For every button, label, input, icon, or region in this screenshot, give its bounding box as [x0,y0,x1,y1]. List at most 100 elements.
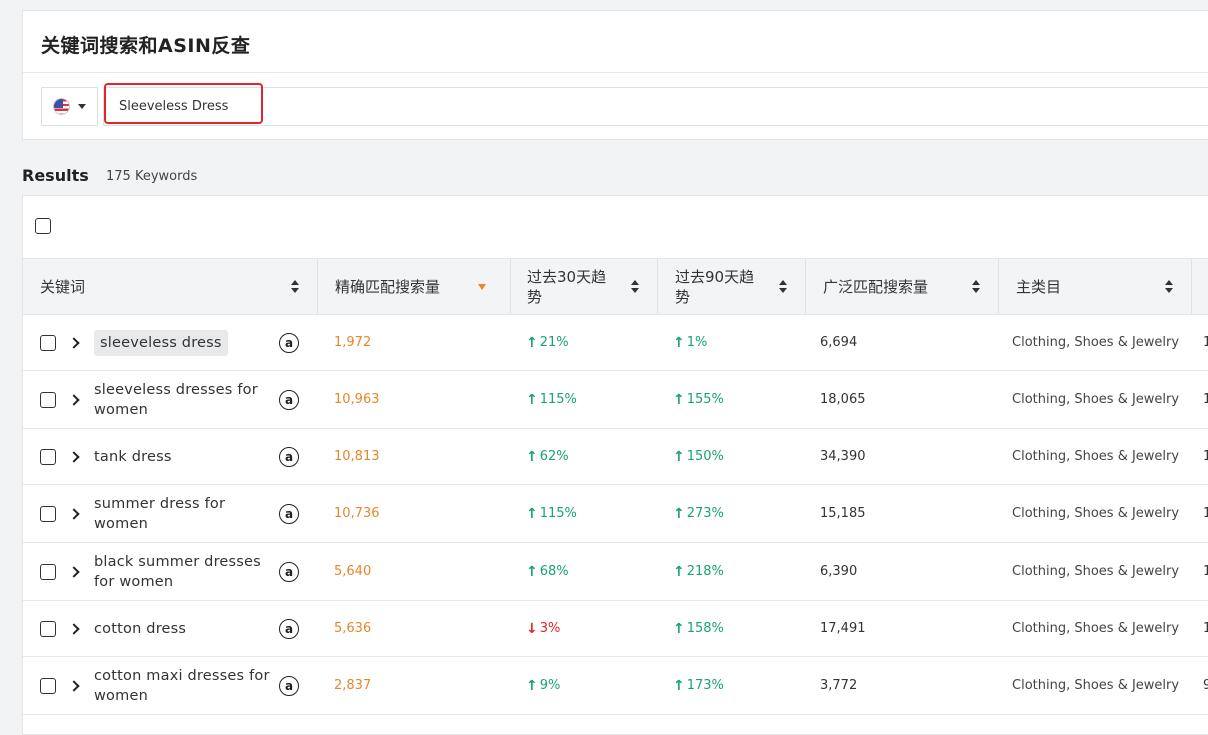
chevron-right-icon[interactable] [68,393,80,406]
column-label: 关键词 [40,277,86,296]
exact-volume: 10,736 [334,506,380,521]
table-row[interactable]: cotton dress a 5,636 ↓ 3% ↑ 158% 17,491 Cl… [23,601,1208,657]
arrow-up-icon: ↑ [526,505,538,522]
search-input[interactable] [103,87,1208,126]
table-row[interactable]: summer dress for women a 10,736 ↑ 115% ↑ 2… [23,485,1208,543]
country-select[interactable] [41,87,98,126]
column-header-broad-volume[interactable]: 广泛匹配搜索量 [806,259,999,314]
row-checkbox[interactable] [40,448,56,465]
truncated-value: 1 [1203,335,1208,350]
trend-90: ↑ 1% [673,334,708,351]
exact-volume: 10,813 [334,449,380,464]
results-table: 关键词 精确匹配搜索量 过去30天趋势 过去90天趋势 广泛匹配搜索量 主类目 [22,195,1208,735]
row-checkbox[interactable] [40,505,56,522]
chevron-right-icon[interactable] [68,450,80,463]
table-row[interactable]: black summer dresses for women a 5,640 ↑… [23,543,1208,601]
sort-icon[interactable] [779,280,787,294]
table-row[interactable]: sleeveless dress a 1,972 ↑ 21% ↑ 1% 6,694 … [23,315,1208,371]
exact-volume: 2,837 [334,678,372,693]
column-label: 过去30天趋势 [527,267,607,306]
truncated-value: 1 [1203,449,1208,464]
truncated-value: 1 [1203,564,1208,579]
trend-90: ↑ 150% [673,448,724,465]
category: Clothing, Shoes & Jewelry [1012,677,1180,693]
sort-icon[interactable] [291,280,299,294]
chevron-right-icon[interactable] [68,336,80,349]
divider [23,72,1208,73]
keyword[interactable]: black summer dresses for women [94,552,274,592]
column-header-trend-30[interactable]: 过去30天趋势 [511,259,658,314]
amazon-icon[interactable]: a [279,561,299,582]
trend-90: ↑ 158% [673,620,724,637]
sort-icon[interactable] [1165,280,1173,294]
category: Clothing, Shoes & Jewelry [1012,448,1180,464]
amazon-icon[interactable]: a [279,446,299,467]
trend-30: ↑ 9% [526,677,561,694]
trend-30: ↑ 68% [526,563,569,580]
amazon-icon[interactable]: a [279,389,299,410]
row-checkbox[interactable] [40,334,56,351]
arrow-up-icon: ↑ [673,391,685,408]
broad-volume: 15,185 [820,506,866,521]
category: Clothing, Shoes & Jewelry [1012,563,1180,579]
keyword[interactable]: tank dress [94,447,274,467]
arrow-up-icon: ↑ [673,448,685,465]
arrow-up-icon: ↑ [526,334,538,351]
chevron-right-icon[interactable] [68,565,80,578]
column-header-keyword[interactable]: 关键词 [23,259,318,314]
chevron-right-icon[interactable] [68,507,80,520]
trend-90: ↑ 273% [673,505,724,522]
arrow-up-icon: ↑ [526,677,538,694]
column-label: 广泛匹配搜索量 [823,277,929,296]
keyword[interactable]: sleeveless dresses for women [94,380,274,420]
row-checkbox[interactable] [40,391,56,408]
table-row[interactable]: cotton maxi dresses for women a 2,837 ↑ 9… [23,657,1208,715]
table-row[interactable]: sleeveless dresses for women a 10,963 ↑ 1… [23,371,1208,429]
amazon-icon[interactable]: a [279,332,299,353]
keyword[interactable]: cotton dress [94,619,274,639]
column-header-exact-volume[interactable]: 精确匹配搜索量 [318,259,511,314]
arrow-up-icon: ↑ [526,391,538,408]
amazon-icon[interactable]: a [279,675,299,696]
sort-desc-icon[interactable] [478,284,486,290]
chevron-right-icon[interactable] [68,679,80,692]
us-flag-icon [53,98,70,115]
table-header: 关键词 精确匹配搜索量 过去30天趋势 过去90天趋势 广泛匹配搜索量 主类目 [23,258,1208,315]
table-row[interactable]: tank dress a 10,813 ↑ 62% ↑ 150% 34,390 Cl… [23,429,1208,485]
amazon-icon[interactable]: a [279,618,299,639]
results-count: 175 Keywords [106,169,198,184]
exact-volume: 5,640 [334,564,372,579]
truncated-value: 1 [1203,506,1208,521]
truncated-value: 1 [1203,621,1208,636]
sort-icon[interactable] [972,280,980,294]
arrow-up-icon: ↑ [526,448,538,465]
trend-30: ↑ 115% [526,505,577,522]
trend-90: ↑ 155% [673,391,724,408]
broad-volume: 17,491 [820,621,866,636]
row-checkbox[interactable] [40,563,56,580]
column-header-category[interactable]: 主类目 [999,259,1192,314]
keyword[interactable]: cotton maxi dresses for women [94,666,274,706]
chevron-right-icon[interactable] [68,622,80,635]
sort-icon[interactable] [631,280,639,294]
select-all-checkbox[interactable] [35,218,51,234]
amazon-icon[interactable]: a [279,503,299,524]
broad-volume: 6,390 [820,564,858,579]
keyword[interactable]: sleeveless dress [94,329,228,356]
exact-volume: 5,636 [334,621,372,636]
results-label: Results [22,166,89,185]
arrow-up-icon: ↑ [673,563,685,580]
column-header-more[interactable] [1192,259,1208,314]
category: Clothing, Shoes & Jewelry [1012,391,1180,407]
column-label: 精确匹配搜索量 [335,277,441,296]
row-checkbox[interactable] [40,620,56,637]
column-header-trend-90[interactable]: 过去90天趋势 [658,259,806,314]
exact-volume: 10,963 [334,392,380,407]
arrow-up-icon: ↑ [673,677,685,694]
truncated-value: 9 [1203,678,1208,693]
broad-volume: 3,772 [820,678,858,693]
trend-30: ↑ 62% [526,448,569,465]
keyword[interactable]: summer dress for women [94,494,274,534]
arrow-down-icon: ↓ [526,620,538,637]
row-checkbox[interactable] [40,677,56,694]
